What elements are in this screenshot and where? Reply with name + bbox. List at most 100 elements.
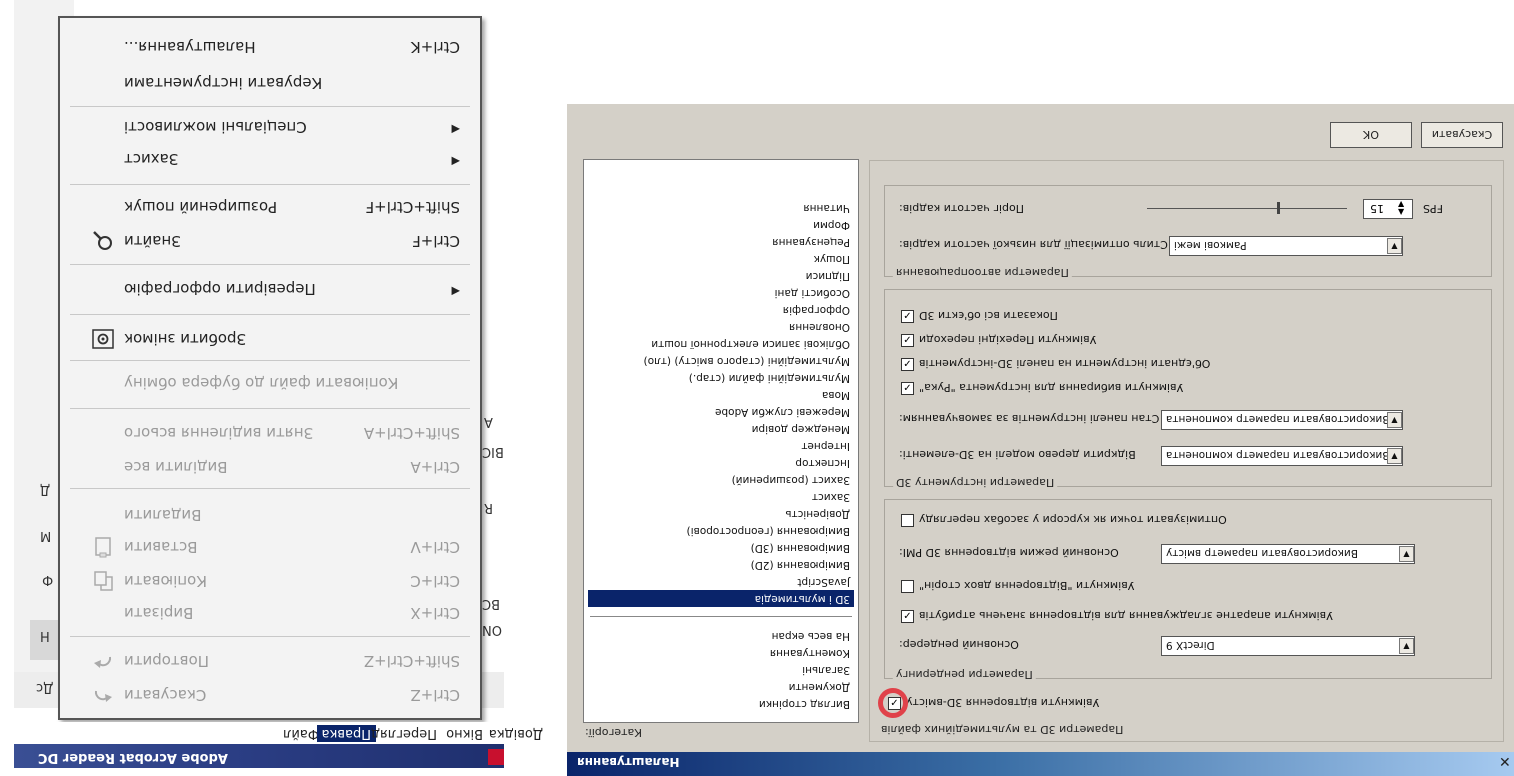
view-transitions-label: Увімкнути Перехідні переходи — [919, 333, 1097, 346]
category-item[interactable]: Мультимедійні (старого вмісту) (тло) — [588, 352, 854, 369]
category-item[interactable]: Пошук — [588, 250, 854, 267]
menu-separator — [70, 636, 470, 637]
menu-item-paste[interactable]: Ctrl+V Вставити — [60, 532, 480, 562]
shortcut: Shift+Ctrl+Z — [363, 652, 460, 670]
menu-item-label: Спеціальні можливості — [124, 118, 307, 136]
category-item[interactable]: Читання — [588, 199, 854, 216]
menu-item-copy-file[interactable]: Копіювати файл до буфера обміну — [60, 368, 480, 398]
category-item[interactable]: Інтернет — [588, 437, 854, 454]
category-item[interactable]: Вимірювання (3D) — [588, 539, 854, 556]
category-item[interactable]: Документи — [588, 678, 854, 695]
menu-item-label: Копіювати файл до буфера обміну — [124, 374, 399, 392]
menu-separator — [70, 408, 470, 409]
toolbar-state-dropdown[interactable]: Використовувати параметр компонента ▲ — [1161, 410, 1403, 430]
menu-item-undo[interactable]: Ctrl+Z Скасувати — [60, 680, 480, 710]
fps-slider-thumb[interactable] — [1277, 202, 1280, 214]
menu-item-protection[interactable]: ◀ Захист — [60, 144, 480, 174]
menu-bar: Файл Правка Перегляд Вікно Довідка — [14, 722, 543, 744]
renderer-label: Основний рендерер: — [899, 638, 1019, 651]
menu-item-spellcheck[interactable]: ◀ Перевірити орфографію — [60, 274, 480, 304]
tools-group: Параметри інструменту 3D Відкрити дерево… — [884, 289, 1492, 489]
menu-item-label: Розширений пошук — [124, 198, 278, 216]
fps-spinner[interactable]: 15 ▲ ▼ — [1363, 199, 1413, 219]
consolidate-tools-label: Об'єднати інструменти на панелі 3D-інстр… — [919, 357, 1211, 370]
optimize-points-label: Оптимізувати точки як курсори у засобах … — [919, 513, 1227, 526]
menu-item-label: Захист — [124, 150, 179, 168]
category-item[interactable]: Підписи — [588, 267, 854, 284]
model-tree-dropdown[interactable]: Використовувати параметр компонента ▲ — [1161, 446, 1403, 466]
ok-button[interactable]: OK — [1330, 122, 1412, 148]
menu-item-delete[interactable]: Видалити — [60, 500, 480, 530]
category-item[interactable]: Вимірювання (2D) — [588, 556, 854, 573]
pmi-mode-label: Основний режим відтворення 3D PMI: — [899, 546, 1119, 559]
bg-stub: Дс — [36, 680, 54, 695]
fps-slider[interactable] — [1147, 208, 1347, 209]
category-item[interactable]: Менеджер довіри — [588, 420, 854, 437]
consolidate-tools-checkbox[interactable]: ✓ — [901, 358, 914, 371]
category-item[interactable]: JavaScript — [588, 573, 854, 590]
menubar-view[interactable]: Перегляд — [366, 725, 442, 742]
strategy-dropdown[interactable]: Рамкові межі ▲ — [1169, 236, 1403, 256]
category-list[interactable]: Вигляд сторінки Документи Загальні Комен… — [583, 159, 859, 723]
menu-item-preferences[interactable]: Ctrl+K Налаштування... — [60, 32, 480, 62]
close-icon[interactable]: ✕ — [1499, 755, 1511, 771]
menu-item-advanced-search[interactable]: Shift+Ctrl+F Розширений пошук — [60, 192, 480, 222]
category-item[interactable]: Оновлення — [588, 318, 854, 335]
category-item[interactable]: Вимірювання (геопросторові) — [588, 522, 854, 539]
spinner-arrows-icon[interactable]: ▲ ▼ — [1398, 200, 1404, 216]
category-item[interactable]: Форми — [588, 216, 854, 233]
settings-panel: Параметри 3D та мультимедійних файлів ✓ … — [869, 160, 1504, 742]
category-item[interactable]: На весь екран — [588, 627, 854, 644]
menu-item-deselect-all[interactable]: Shift+Ctrl+A Зняти виділення всього — [60, 418, 480, 448]
redo-icon — [90, 648, 116, 674]
menu-item-label: Зробити знімок — [124, 330, 247, 348]
chevron-down-icon: ▲ — [1387, 412, 1402, 428]
category-item[interactable]: Загальні — [588, 661, 854, 678]
submenu-arrow-icon: ◀ — [451, 285, 460, 298]
menu-item-accessibility[interactable]: ◀ Спеціальні можливості — [60, 112, 480, 142]
menu-item-find[interactable]: Ctrl+F Знайти — [60, 226, 480, 256]
optimize-points-checkbox[interactable] — [901, 514, 914, 527]
menu-item-cut[interactable]: Ctrl+X Вирізати — [60, 598, 480, 628]
category-item[interactable]: Особисті дані — [588, 284, 854, 301]
edit-menu: Ctrl+K Налаштування... Керувати інструме… — [58, 16, 482, 720]
shortcut: Ctrl+F — [412, 232, 460, 250]
category-item[interactable]: Коментування — [588, 644, 854, 661]
hw-antialias-checkbox[interactable]: ✓ — [901, 610, 914, 623]
menubar-help[interactable]: Довідка — [484, 725, 548, 742]
paste-icon — [90, 534, 116, 560]
menubar-window[interactable]: Вікно — [441, 725, 488, 742]
category-item[interactable]: Захист — [588, 488, 854, 505]
category-item[interactable]: Захист (розширений) — [588, 471, 854, 488]
category-item[interactable]: Мова — [588, 386, 854, 403]
cancel-button[interactable]: Скасувати — [1421, 122, 1503, 148]
renderer-dropdown[interactable]: DirectX 9 ▲ — [1161, 636, 1415, 656]
menu-separator — [70, 314, 470, 315]
hand-select-checkbox[interactable]: ✓ — [901, 382, 914, 395]
menu-separator — [70, 184, 470, 185]
category-item[interactable]: Мережеві служби Adobe — [588, 403, 854, 420]
category-item-selected[interactable]: 3D і мультимедіа — [588, 590, 854, 607]
menu-item-manage-tools[interactable]: Керувати інструментами — [60, 68, 480, 98]
category-item[interactable]: Вигляд сторінки — [588, 695, 854, 712]
pmi-mode-dropdown[interactable]: Використовувати параметр вмісту ▲ — [1161, 544, 1415, 564]
double-sided-checkbox[interactable] — [901, 580, 914, 593]
strategy-label: Стиль оптимізації для низької частоти ка… — [899, 238, 1168, 251]
shortcut: Ctrl+K — [410, 38, 460, 56]
menu-item-copy[interactable]: Ctrl+C Копіювати — [60, 566, 480, 596]
chevron-down-icon: ▲ — [1399, 546, 1414, 562]
menu-item-select-all[interactable]: Ctrl+A Виділити все — [60, 452, 480, 482]
category-item[interactable]: Довіреність — [588, 505, 854, 522]
show-all-checkbox[interactable]: ✓ — [901, 310, 914, 323]
model-tree-label: Відкрити дерево моделі на 3D-елементі: — [899, 448, 1136, 461]
menu-item-snapshot[interactable]: Зробити знімок — [60, 324, 480, 354]
category-item[interactable]: Мультимедійні файли (стар.) — [588, 369, 854, 386]
category-item[interactable]: Облікові записи електронної пошти — [588, 335, 854, 352]
view-transitions-checkbox[interactable]: ✓ — [901, 334, 914, 347]
menu-item-redo[interactable]: Shift+Ctrl+Z Повторити — [60, 646, 480, 676]
acrobat-window: Дс Н Ф М Д R ВС ОN ВІС А Ctrl+K Налаштув… — [0, 0, 543, 776]
category-item[interactable]: Інспектор — [588, 454, 854, 471]
category-item[interactable]: Рецензування — [588, 233, 854, 250]
category-item[interactable]: Орфографія — [588, 301, 854, 318]
fps-threshold-label: Поріг частоти кадрів: — [899, 202, 1025, 215]
